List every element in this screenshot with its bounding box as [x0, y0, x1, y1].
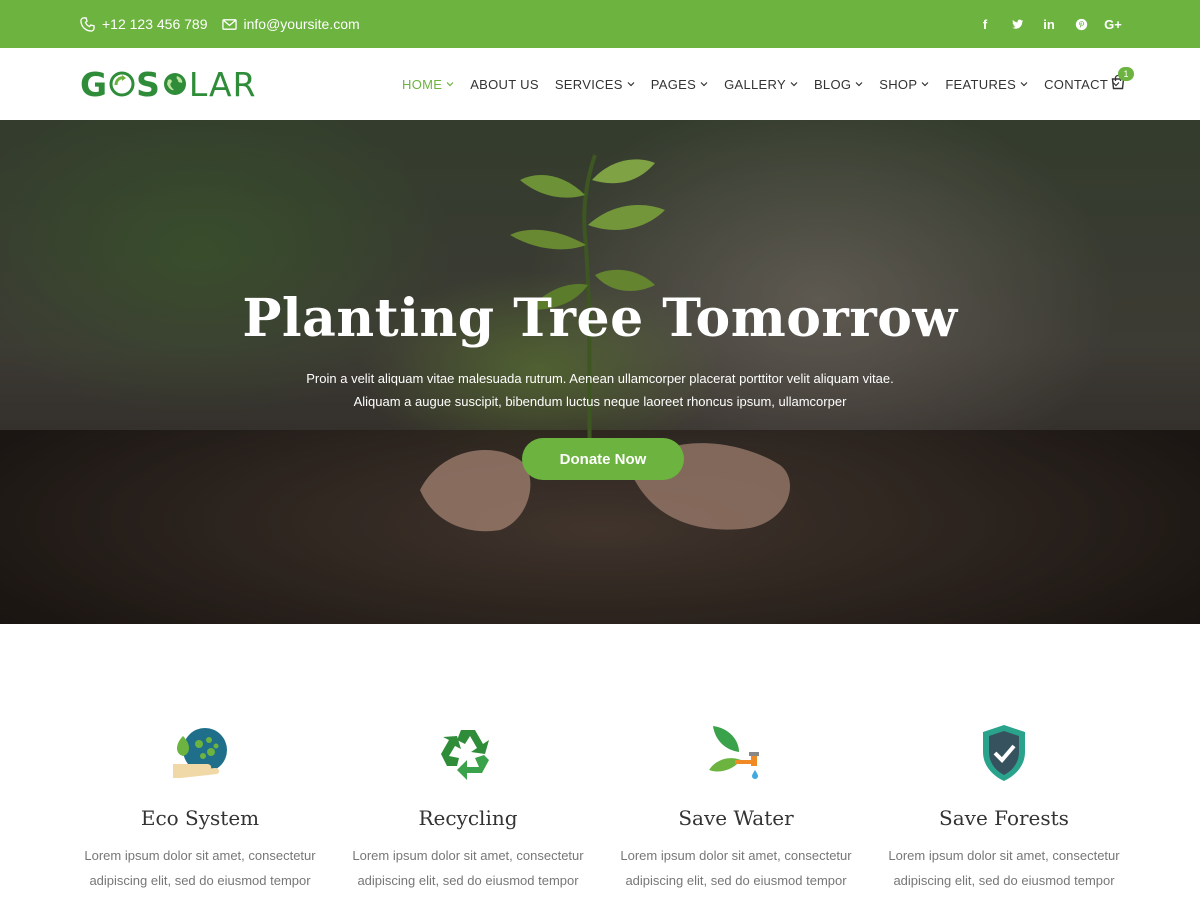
donate-button[interactable]: Donate Now [522, 438, 684, 480]
recycle-globe-icon [109, 71, 135, 97]
chevron-down-icon [446, 82, 454, 87]
hero-subtitle-line: Aliquam a augue suscipit, bibendum luctu… [353, 394, 847, 409]
nav-item-home[interactable]: HOME [402, 77, 454, 92]
contact-info: +12 123 456 789 info@yoursite.com [80, 0, 360, 48]
feature-text: Lorem ipsum dolor sit amet, consectetur … [352, 848, 584, 888]
chevron-down-icon [921, 82, 929, 87]
feature-card-eco-system: Eco System Lorem ipsum dolor sit amet, c… [66, 722, 334, 893]
phone-item[interactable]: +12 123 456 789 [80, 16, 208, 32]
nav-item-gallery[interactable]: GALLERY [724, 77, 798, 92]
pinterest-icon[interactable] [1074, 17, 1088, 31]
top-bar: +12 123 456 789 info@yoursite.com f in G… [0, 0, 1200, 48]
nav-label: BLOG [813, 76, 852, 92]
hero-title: Planting Tree Tomorrow [242, 288, 958, 349]
feature-text: Lorem ipsum dolor sit amet, consectetur … [84, 848, 316, 888]
recycling-icon [441, 730, 489, 780]
email-address: info@yoursite.com [243, 16, 360, 32]
chevron-down-icon [1020, 82, 1028, 87]
hero-section: Planting Tree Tomorrow Proin a velit ali… [0, 120, 1200, 624]
cart-count-badge: 1 [1118, 67, 1134, 81]
feature-title: Eco System [140, 806, 260, 830]
chevron-down-icon [627, 82, 635, 87]
logo-text-lar: LAR [188, 64, 257, 104]
nav-label: PAGES [650, 76, 697, 92]
save-water-icon [709, 726, 759, 779]
chevron-down-icon [790, 82, 798, 87]
feature-text: Lorem ipsum dolor sit amet, consectetur … [888, 848, 1120, 888]
feature-title: Save Water [678, 806, 794, 830]
nav-label: HOME [402, 76, 443, 92]
eco-system-icon [173, 728, 227, 778]
nav-label: SHOP [879, 76, 918, 92]
google-plus-icon[interactable]: G+ [1104, 17, 1122, 32]
feature-card-recycling: Recycling Lorem ipsum dolor sit amet, co… [334, 722, 602, 893]
linkedin-icon[interactable]: in [1042, 17, 1056, 32]
twitter-icon[interactable] [1010, 17, 1024, 31]
feature-text: Lorem ipsum dolor sit amet, consectetur … [620, 848, 852, 888]
site-logo[interactable]: G S LAR [80, 64, 257, 104]
facebook-icon[interactable]: f [978, 17, 992, 32]
nav-label: FEATURES [945, 76, 1017, 92]
hero-subtitle-line: Proin a velit aliquam vitae malesuada ru… [306, 371, 894, 386]
nav-item-services[interactable]: SERVICES [555, 77, 635, 92]
nav-item-blog[interactable]: BLOG [814, 77, 863, 92]
feature-title: Recycling [418, 806, 518, 830]
nav-item-shop[interactable]: SHOP [879, 77, 929, 92]
feature-card-save-water: Save Water Lorem ipsum dolor sit amet, c… [602, 722, 870, 893]
shield-check-icon [983, 725, 1025, 781]
nav-label: ABOUT US [470, 76, 539, 92]
nav-label: CONTACT [1044, 76, 1109, 92]
nav-item-features[interactable]: FEATURES [945, 77, 1028, 92]
feature-card-save-forests: Save Forests Lorem ipsum dolor sit amet,… [870, 722, 1138, 893]
logo-letter-s: S [136, 64, 161, 104]
nav-item-about[interactable]: ABOUT US [470, 77, 539, 92]
main-nav: HOME ABOUT US SERVICES PAGES GALLERY BLO… [402, 48, 1120, 120]
logo-letter-g: G [80, 64, 109, 104]
chevron-down-icon [855, 82, 863, 87]
site-header: G S LAR HOME ABOUT US SERVICES PAGES GAL… [0, 48, 1200, 120]
phone-icon [80, 16, 95, 32]
social-links: f in G+ [978, 0, 1122, 48]
phone-number: +12 123 456 789 [102, 16, 208, 32]
nav-item-contact[interactable]: CONTACT [1044, 77, 1120, 92]
features-section: Eco System Lorem ipsum dolor sit amet, c… [0, 624, 1200, 900]
feature-title: Save Forests [939, 806, 1069, 830]
earth-icon [163, 73, 186, 95]
nav-label: GALLERY [724, 76, 786, 92]
nav-item-pages[interactable]: PAGES [651, 77, 708, 92]
nav-label: SERVICES [554, 76, 623, 92]
email-item[interactable]: info@yoursite.com [221, 16, 360, 32]
hero-subtitle: Proin a velit aliquam vitae malesuada ru… [250, 367, 950, 413]
chevron-down-icon [700, 82, 708, 87]
mail-icon [221, 18, 237, 30]
